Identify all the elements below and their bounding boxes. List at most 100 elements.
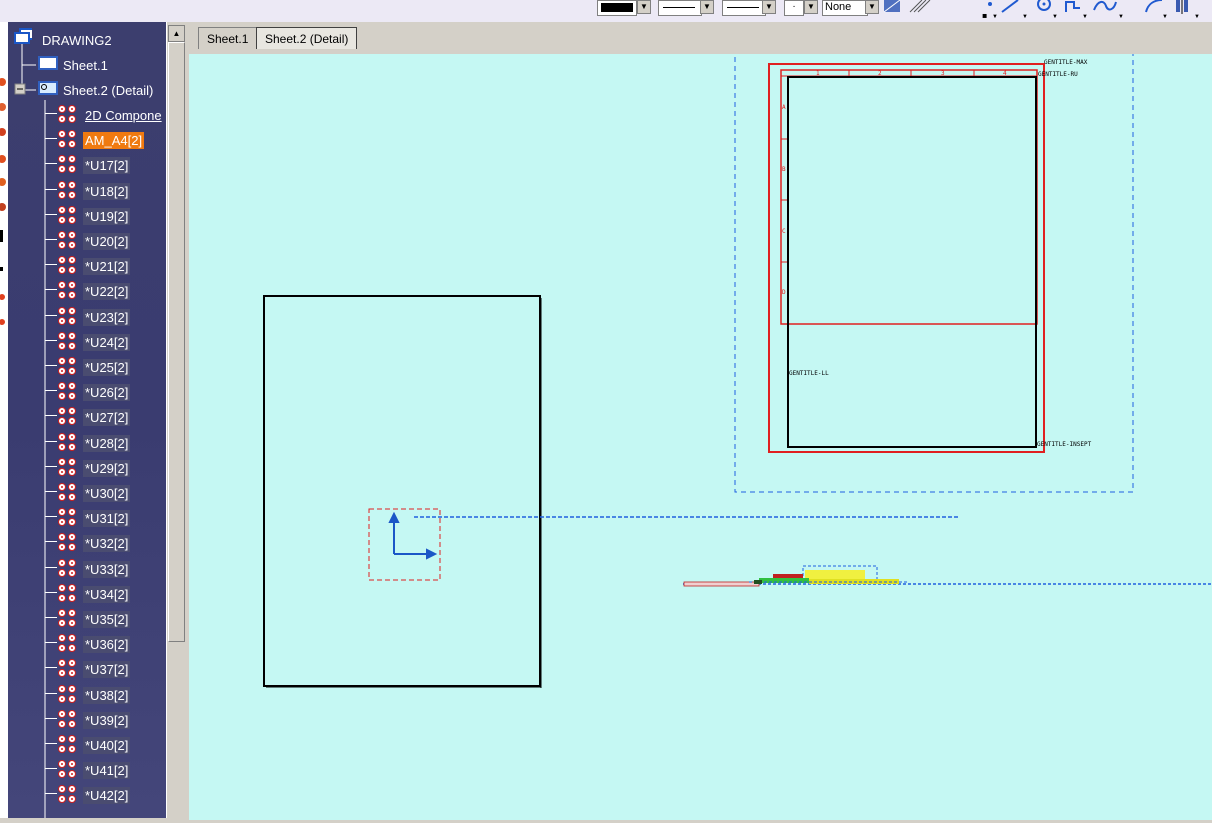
collapse-toggle-icon[interactable] xyxy=(14,83,28,97)
tree-component-item[interactable]: *U19[2] xyxy=(83,207,131,225)
tree-component-item[interactable]: *U39[2] xyxy=(83,711,131,729)
scroll-up-button[interactable]: ▲ xyxy=(168,25,185,42)
compressed-detail-view xyxy=(683,565,1212,587)
tree-component-item[interactable]: *U35[2] xyxy=(83,611,131,628)
component-gear-icon xyxy=(56,255,76,275)
tree-component-item[interactable]: *U38[2] xyxy=(83,686,131,704)
toolbar-dropdown-arrows: ▼ ▼ ▼ ▼ ▼ ▼ ▼ xyxy=(992,14,1200,20)
component-gear-icon xyxy=(56,558,76,577)
specification-tree[interactable]: DRAWING2 Sheet.1 Sheet.2 (Detail) 2D Com… xyxy=(8,22,166,818)
circle-icon[interactable] xyxy=(1037,0,1051,11)
outer-red-frame xyxy=(768,63,1045,453)
tree-component-item[interactable]: *U29[2] xyxy=(83,459,131,477)
spline-icon[interactable] xyxy=(1093,0,1117,11)
column-number: 1 xyxy=(816,70,820,77)
tree-component-item[interactable]: *U22[2] xyxy=(83,283,131,301)
tree-component-item[interactable]: *U33[2] xyxy=(83,560,131,578)
line-icon[interactable] xyxy=(1001,0,1019,13)
component-gear-icon xyxy=(56,432,76,451)
svg-text:▼: ▼ xyxy=(1162,14,1168,20)
svg-text:▼: ▼ xyxy=(992,14,998,20)
axis-icon[interactable] xyxy=(1176,0,1188,14)
tree-component-item[interactable]: *U21[2] xyxy=(83,258,131,276)
component-gear-icon xyxy=(56,154,76,174)
point-icon[interactable]: ▪ xyxy=(982,2,992,20)
point-style-selector[interactable]: · xyxy=(784,0,804,16)
row-ticks xyxy=(781,138,787,263)
toolbar: ▼ ▼ ▼ · ▼ None ▼ ▪ ▼ ▼ ▼ ▼ ▼ ▼ ▼ xyxy=(0,0,1212,22)
tab-sheet2-detail[interactable]: Sheet.2 (Detail) xyxy=(256,27,358,49)
column-number: 2 xyxy=(878,70,882,77)
line-thickness-dropdown-arrow[interactable]: ▼ xyxy=(762,0,776,14)
tree-component-item[interactable]: *U18[2] xyxy=(83,182,131,200)
tree-branch-line xyxy=(45,113,57,114)
component-gear-icon xyxy=(56,759,76,779)
component-gear-icon xyxy=(56,280,76,300)
tree-root-label[interactable]: DRAWING2 xyxy=(42,32,112,49)
point-style-dropdown-arrow[interactable]: ▼ xyxy=(804,0,818,14)
frame-label-insept: GENTITLE-INSEPT xyxy=(1037,441,1092,448)
svg-text:▼: ▼ xyxy=(1082,14,1088,20)
component-gear-icon xyxy=(56,658,76,678)
profile-icon[interactable] xyxy=(1065,1,1080,12)
row-letter: B xyxy=(782,166,786,173)
tree-component-item[interactable]: *U32[2] xyxy=(83,535,131,553)
tree-component-item[interactable]: *U40[2] xyxy=(83,737,131,754)
drawing-root-icon xyxy=(14,28,32,44)
left-edge-icons xyxy=(0,78,6,325)
hatch-icon[interactable] xyxy=(909,0,931,13)
line-type-selector[interactable] xyxy=(658,0,702,16)
tree-sheet1-label[interactable]: Sheet.1 xyxy=(63,57,108,74)
component-gear-icon xyxy=(56,306,76,325)
svg-text:▼: ▼ xyxy=(1118,14,1124,20)
pattern-brush-icon[interactable] xyxy=(883,0,901,13)
tree-component-item[interactable]: *U20[2] xyxy=(83,233,131,250)
sheet-tabs: Sheet.1 Sheet.2 (Detail) xyxy=(186,22,1212,52)
tree-component-item[interactable]: *U24[2] xyxy=(83,333,131,351)
tree-component-item[interactable]: *U17[2] xyxy=(83,157,131,175)
corner-icon[interactable] xyxy=(1145,0,1163,13)
tree-component-item[interactable]: *U26[2] xyxy=(83,384,131,402)
component-gear-icon xyxy=(56,406,76,426)
tree-component-item[interactable]: *U34[2] xyxy=(83,585,131,603)
component-gear-icon xyxy=(56,104,76,123)
fill-pattern-selector[interactable]: None xyxy=(822,0,868,16)
line-thickness-selector[interactable] xyxy=(722,0,766,16)
sheet-icon xyxy=(38,56,58,70)
line-type-dropdown-arrow[interactable]: ▼ xyxy=(700,0,714,14)
tree-component-item[interactable]: *U23[2] xyxy=(83,308,131,326)
tree-component-item[interactable]: *U28[2] xyxy=(83,434,131,452)
column-number: 4 xyxy=(1003,70,1007,77)
scroll-thumb[interactable] xyxy=(168,42,185,642)
tab-sheet1[interactable]: Sheet.1 xyxy=(198,27,258,49)
row-letter: C xyxy=(782,228,786,235)
tree-component-item[interactable]: *U31[2] xyxy=(83,510,131,528)
detail-sheet-icon xyxy=(38,81,58,95)
tree-component-item[interactable]: *U27[2] xyxy=(83,409,131,427)
fill-pattern-dropdown-arrow[interactable]: ▼ xyxy=(865,0,879,14)
svg-text:▪: ▪ xyxy=(982,11,987,20)
tree-component-item[interactable]: *U30[2] xyxy=(83,485,131,502)
column-ticks xyxy=(848,70,975,76)
drawing-canvas[interactable]: GENTITLE-MAX GENTITLE-RU GENTITLE-LL GEN… xyxy=(186,52,1212,820)
tree-component-item[interactable]: *U25[2] xyxy=(83,359,131,376)
tree-component-item[interactable]: *U42[2] xyxy=(83,787,131,805)
tree-scrollbar[interactable]: ▲ xyxy=(166,22,187,818)
svg-text:▼: ▼ xyxy=(1022,14,1028,20)
component-gear-icon xyxy=(56,532,76,552)
row-letter: D xyxy=(782,289,786,296)
view-axis-box xyxy=(368,508,441,581)
tree-component-item[interactable]: *U41[2] xyxy=(83,762,131,780)
tree-selected-item[interactable]: AM_A4[2] xyxy=(83,132,145,149)
canvas-drawing[interactable] xyxy=(189,54,1212,820)
component-gear-icon xyxy=(56,230,76,249)
fill-color-dropdown-arrow[interactable]: ▼ xyxy=(637,0,651,14)
sheet-border xyxy=(787,76,1037,448)
fill-color-swatch[interactable] xyxy=(597,0,637,16)
tree-sheet2-label[interactable]: Sheet.2 (Detail) xyxy=(63,82,153,99)
tree-components-label[interactable]: 2D Compone xyxy=(85,107,162,124)
inner-red-frame xyxy=(780,69,1038,325)
component-gear-icon xyxy=(56,684,76,703)
tree-component-item[interactable]: *U37[2] xyxy=(83,661,131,679)
tree-component-item[interactable]: *U36[2] xyxy=(83,636,131,654)
